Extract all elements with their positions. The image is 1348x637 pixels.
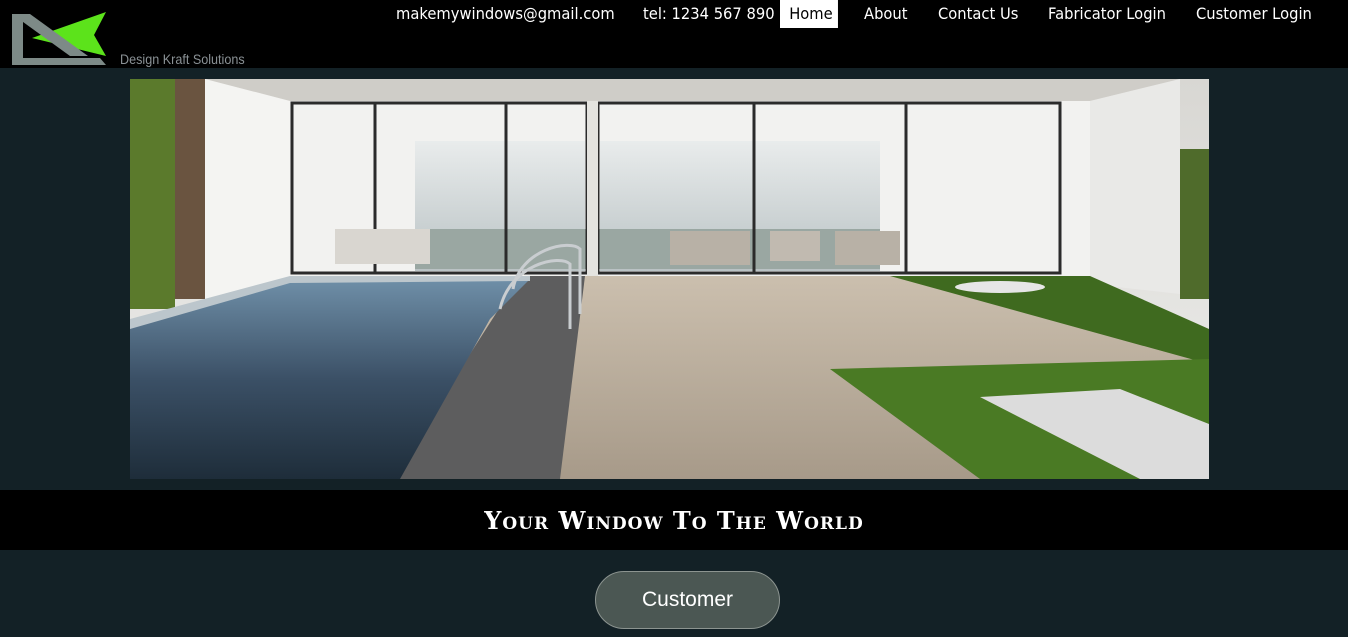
nav-email-link[interactable]: makemywindows@gmail.com	[396, 0, 615, 28]
nav-about[interactable]: About	[864, 0, 908, 28]
brand-name: Design Kraft Solutions	[120, 51, 245, 67]
brand-logo[interactable]: Design Kraft Solutions	[8, 8, 258, 68]
nav-phone-link[interactable]: tel: 1234 567 890	[643, 0, 775, 28]
site-header: Design Kraft Solutions makemywindows@gma…	[0, 0, 1348, 68]
tagline-banner: Your Window To The World	[0, 490, 1348, 550]
nav-customer-login[interactable]: Customer Login	[1196, 0, 1312, 28]
dk-logo-icon	[12, 12, 106, 65]
customer-button[interactable]: Customer	[595, 571, 780, 629]
hero-image	[130, 79, 1209, 479]
nav-fabricator-login[interactable]: Fabricator Login	[1048, 0, 1166, 28]
nav-home[interactable]: Home	[780, 0, 838, 28]
poolside-villa-photo	[130, 79, 1209, 479]
tagline-heading: Your Window To The World	[484, 505, 864, 535]
nav-contact-us[interactable]: Contact Us	[938, 0, 1018, 28]
